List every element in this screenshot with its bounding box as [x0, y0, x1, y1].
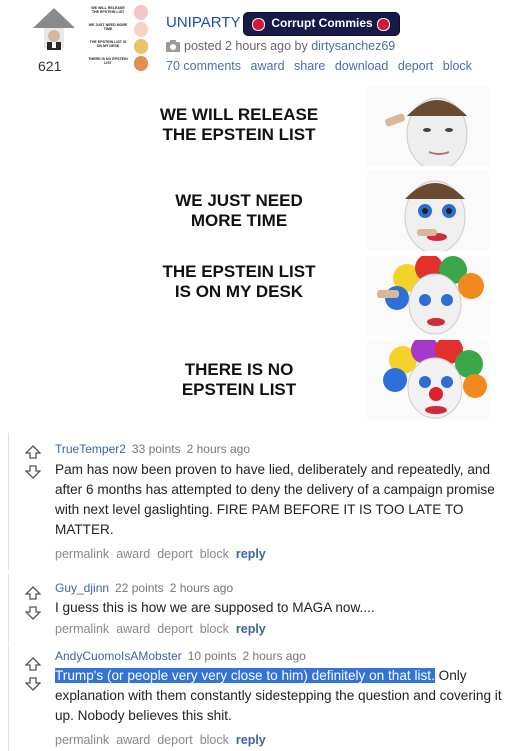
meme-panel: WE JUST NEED MORE TIME: [27, 169, 516, 253]
comment-points: 22 points: [115, 581, 164, 595]
post-actions: 70 comments award share download deport …: [166, 59, 478, 73]
post-flair: Corrupt Commies: [243, 12, 400, 36]
posted-text: posted 2 hours ago by: [184, 39, 308, 53]
upvote-arrow-icon[interactable]: [25, 445, 41, 459]
thumbnail-caption: THERE IS NO EPSTEIN LIST: [88, 57, 128, 65]
clown-face-image: [367, 256, 489, 336]
permalink-link[interactable]: permalink: [55, 622, 109, 636]
reply-link[interactable]: reply: [236, 547, 266, 561]
comment-body: Trump's (or people very very close to hi…: [55, 666, 510, 726]
post-score: 621: [38, 58, 62, 74]
comment-body: Pam has now been proven to have lied, de…: [55, 460, 510, 540]
thumbnail-caption: WE JUST NEED MORE TIME: [88, 23, 128, 31]
deport-link[interactable]: deport: [398, 59, 433, 73]
clown-face-image: [367, 171, 489, 251]
permalink-link[interactable]: permalink: [55, 733, 109, 747]
share-link[interactable]: share: [294, 59, 325, 73]
comment-points: 33 points: [131, 442, 181, 456]
meme-panel: WE WILL RELEASE THE EPSTEIN LIST: [27, 84, 516, 168]
meme-caption: WE WILL RELEASE THE EPSTEIN LIST: [159, 105, 319, 144]
comment-body: I guess this is how we are supposed to M…: [55, 598, 510, 618]
block-link[interactable]: block: [443, 59, 472, 73]
upvote-arrow-icon[interactable]: [25, 657, 41, 671]
comment-time: 2 hours ago: [242, 649, 306, 663]
comments-link[interactable]: 70 comments: [166, 59, 241, 73]
comment-actions: permalink award deport block reply: [55, 733, 273, 747]
comment-author-link[interactable]: Guy_djinn: [55, 581, 109, 595]
comment-header: Guy_djinn 22 points 2 hours ago: [55, 581, 233, 595]
comment-text: I guess this is how we are supposed to M…: [55, 600, 375, 615]
meme-panel: THE EPSTEIN LIST IS ON MY DESK: [27, 254, 516, 338]
reply-link[interactable]: reply: [236, 733, 266, 747]
comment-time: 2 hours ago: [169, 581, 234, 595]
meme-panel: THERE IS NO EPSTEIN LIST: [27, 338, 516, 422]
downvote-arrow-icon[interactable]: [25, 677, 41, 691]
subreddit-icon[interactable]: [30, 6, 78, 52]
comment: Guy_djinn 22 points 2 hours ago I guess th…: [8, 574, 519, 644]
upvote-arrow-icon[interactable]: [25, 586, 41, 600]
meme-caption: THERE IS NO EPSTEIN LIST: [181, 360, 297, 399]
flair-label: Corrupt Commies: [271, 16, 373, 30]
camera-icon: [166, 40, 180, 52]
comment-text: Pam has now been proven to have lied, de…: [55, 462, 495, 537]
thumbnail-caption: THE EPSTEIN LIST IS ON MY DESK: [89, 40, 127, 48]
thumbnail-caption: WE WILL RELEASE THE EPSTEIN LIST: [91, 6, 125, 14]
downvote-arrow-icon[interactable]: [25, 465, 41, 479]
comment-header: TrueTemper2 33 points 2 hours ago: [55, 442, 250, 456]
flair-dot-icon: [252, 18, 265, 31]
clown-face-image: [367, 340, 489, 420]
post-thumbnail[interactable]: WE WILL RELEASE THE EPSTEIN LIST WE JUST…: [84, 4, 154, 74]
meme-caption: THE EPSTEIN LIST IS ON MY DESK: [162, 262, 316, 301]
meme-caption: WE JUST NEED MORE TIME: [175, 191, 303, 230]
block-link[interactable]: block: [200, 733, 229, 747]
reply-link[interactable]: reply: [236, 622, 266, 636]
comment-highlight: Trump's (or people very very close to hi…: [55, 668, 435, 683]
comment-author-link[interactable]: AndyCuomoIsAMobster: [55, 649, 182, 663]
deport-link[interactable]: deport: [157, 622, 192, 636]
award-link[interactable]: award: [116, 733, 150, 747]
award-link[interactable]: award: [116, 547, 150, 561]
post-header: 621 WE WILL RELEASE THE EPSTEIN LIST WE …: [0, 0, 519, 84]
permalink-link[interactable]: permalink: [55, 547, 109, 561]
meme-image[interactable]: WE WILL RELEASE THE EPSTEIN LIST WE JUST…: [27, 84, 516, 422]
comment: AndyCuomoIsAMobster 10 points 2 hours ago …: [8, 645, 519, 751]
deport-link[interactable]: deport: [157, 733, 192, 747]
block-link[interactable]: block: [200, 622, 229, 636]
downvote-arrow-icon[interactable]: [25, 606, 41, 620]
comment: TrueTemper2 33 points 2 hours ago Pam has …: [8, 433, 519, 569]
post-author-link[interactable]: dirtysanchez69: [311, 39, 395, 53]
award-link[interactable]: award: [116, 622, 150, 636]
comment-points: 10 points: [187, 649, 237, 663]
comment-header: AndyCuomoIsAMobster 10 points 2 hours ago: [55, 649, 306, 663]
post-meta: posted 2 hours ago by dirtysanchez69: [166, 39, 395, 53]
flair-dot-icon: [377, 18, 390, 31]
clown-face-image: [367, 86, 489, 166]
post-title[interactable]: UNIPARTY: [166, 14, 240, 31]
download-link[interactable]: download: [335, 59, 389, 73]
comment-time: 2 hours ago: [186, 442, 251, 456]
comment-actions: permalink award deport block reply: [55, 547, 273, 561]
comment-actions: permalink award deport block reply: [55, 622, 273, 636]
award-link[interactable]: award: [251, 59, 285, 73]
comment-author-link[interactable]: TrueTemper2: [55, 442, 126, 456]
block-link[interactable]: block: [200, 547, 229, 561]
deport-link[interactable]: deport: [157, 547, 192, 561]
